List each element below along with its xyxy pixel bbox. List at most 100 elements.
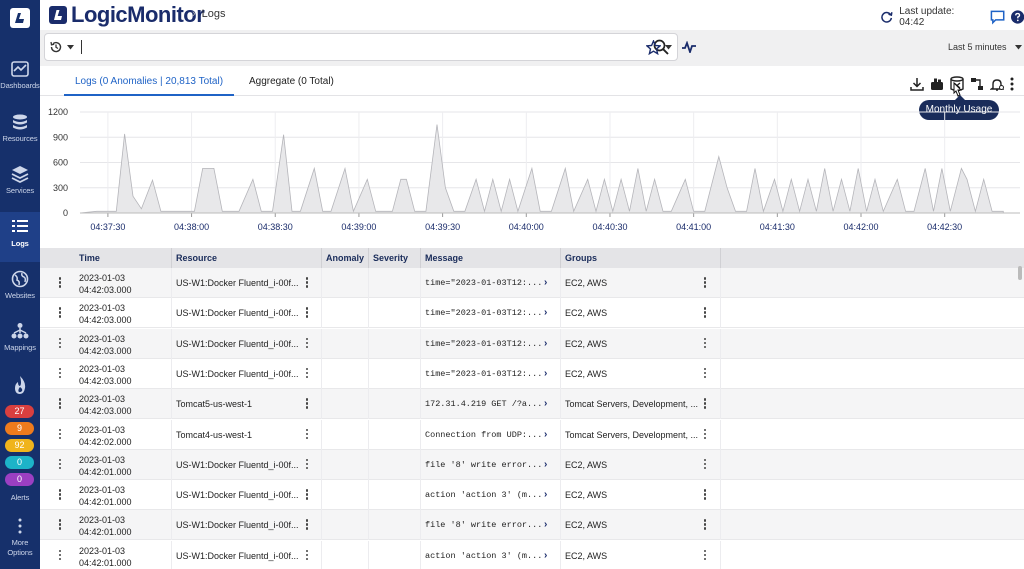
expand-message-icon[interactable]: › [544, 550, 547, 561]
expand-message-icon[interactable]: › [544, 459, 547, 470]
cell-groups[interactable]: EC2, AWS [561, 449, 721, 480]
resource-menu-icon[interactable] [305, 489, 309, 501]
cell-groups[interactable]: EC2, AWS [561, 540, 721, 569]
groups-menu-icon[interactable] [703, 337, 707, 350]
pulse-icon[interactable] [682, 41, 696, 53]
cell-message[interactable]: Connection from UDP:... [421, 419, 561, 450]
cell-message[interactable]: file '8' write error... [421, 510, 561, 541]
tab-aggregate[interactable]: Aggregate (0 Total) [249, 76, 353, 96]
cell-resource[interactable]: Tomcat4-us-west-1 [172, 419, 322, 450]
column-header-resource[interactable]: Resource [172, 248, 322, 268]
groups-menu-icon[interactable] [703, 519, 707, 531]
alert-count-other[interactable]: 0 [5, 473, 34, 486]
nav-more-options[interactable]: More Options [0, 518, 40, 564]
cell-resource[interactable]: US-W1:Docker Fluentd_i-00f... [172, 510, 322, 541]
expand-message-icon[interactable]: › [544, 429, 547, 440]
row-menu-icon[interactable] [58, 277, 62, 289]
cell-resource[interactable]: US-W1:Docker Fluentd_i-00f... [172, 480, 322, 511]
table-row[interactable]: 2023-01-03 04:42:01.000 US-W1:Docker Fluen… [40, 480, 1024, 511]
alert-count-critical[interactable]: 27 [5, 405, 34, 418]
log-count-area[interactable] [79, 124, 1004, 214]
table-row[interactable]: 2023-01-03 04:42:02.000 Tomcat4-us-west-1 C… [40, 419, 1024, 450]
groups-menu-icon[interactable] [703, 489, 707, 501]
cell-groups[interactable]: EC2, AWS [561, 298, 721, 329]
table-scrollbar[interactable] [1018, 266, 1022, 280]
table-row[interactable]: 2023-01-03 04:42:03.000 US-W1:Docker Fluen… [40, 298, 1024, 329]
row-menu-icon[interactable] [58, 489, 62, 501]
row-menu-icon[interactable] [58, 367, 62, 380]
column-header-groups[interactable]: Groups [561, 248, 721, 268]
nav-logs[interactable]: Logs [0, 212, 40, 262]
resource-menu-icon[interactable] [305, 398, 309, 410]
resource-menu-icon[interactable] [305, 367, 309, 380]
alerts-flame-icon[interactable] [11, 375, 29, 395]
cell-resource[interactable]: US-W1:Docker Fluentd_i-00f... [172, 540, 322, 569]
resource-menu-icon[interactable] [305, 277, 309, 289]
cell-resource[interactable]: Tomcat5-us-west-1 [172, 389, 322, 420]
cell-groups[interactable]: EC2, AWS [561, 328, 721, 359]
column-header-time[interactable]: Time [75, 248, 172, 268]
resource-menu-icon[interactable] [305, 458, 309, 471]
row-menu-icon[interactable] [58, 458, 62, 471]
column-header-severity[interactable]: Severity [369, 248, 421, 268]
column-header-message[interactable]: Message [421, 248, 561, 268]
brand[interactable]: LogicMonitor [48, 2, 205, 28]
nav-resources[interactable]: Resources [0, 113, 40, 153]
cell-message[interactable]: time="2023-01-03T12:... [421, 328, 561, 359]
row-menu-icon[interactable] [58, 549, 62, 562]
resource-menu-icon[interactable] [305, 428, 309, 441]
alert-count-error[interactable]: 9 [5, 422, 34, 435]
pattern-flow-icon[interactable] [970, 77, 984, 91]
help-icon[interactable] [1010, 10, 1024, 24]
table-row[interactable]: 2023-01-03 04:42:03.000 Tomcat5-us-west-1 1… [40, 389, 1024, 420]
chat-icon[interactable] [990, 9, 1005, 25]
table-row[interactable]: 2023-01-03 04:42:03.000 US-W1:Docker Fluen… [40, 358, 1024, 389]
cell-groups[interactable]: Tomcat Servers, Development, ... [561, 419, 721, 450]
row-menu-icon[interactable] [58, 337, 62, 350]
refresh-icon[interactable] [880, 10, 893, 24]
query-history-button[interactable] [49, 40, 74, 54]
expand-message-icon[interactable]: › [544, 398, 547, 409]
groups-menu-icon[interactable] [703, 428, 707, 441]
cell-groups[interactable]: EC2, AWS [561, 480, 721, 511]
time-range-select[interactable]: Last 5 minutes [948, 42, 1022, 52]
column-header-anomaly[interactable]: Anomaly [322, 248, 369, 268]
row-menu-icon[interactable] [58, 519, 62, 531]
resource-menu-icon[interactable] [305, 549, 309, 562]
groups-menu-icon[interactable] [703, 398, 707, 410]
resource-menu-icon[interactable] [305, 519, 309, 531]
logicmonitor-logo-icon[interactable] [8, 6, 32, 30]
expand-message-icon[interactable]: › [544, 519, 547, 530]
cell-message[interactable]: time="2023-01-03T12:... [421, 298, 561, 329]
cell-resource[interactable]: US-W1:Docker Fluentd_i-00f... [172, 328, 322, 359]
cell-groups[interactable]: EC2, AWS [561, 268, 721, 298]
row-menu-icon[interactable] [58, 428, 62, 441]
breadcrumb-current[interactable]: Logs [202, 8, 226, 20]
more-vertical-icon[interactable] [1010, 77, 1014, 91]
groups-menu-icon[interactable] [703, 367, 707, 380]
expand-message-icon[interactable]: › [544, 489, 547, 500]
cell-message[interactable]: 172.31.4.219 GET /?a... [421, 389, 561, 420]
row-menu-icon[interactable] [58, 307, 62, 319]
log-query-input[interactable] [44, 33, 678, 61]
cell-resource[interactable]: US-W1:Docker Fluentd_i-00f... [172, 358, 322, 389]
nav-alerts[interactable]: Alerts [0, 490, 40, 502]
resource-menu-icon[interactable] [305, 337, 309, 350]
row-menu-icon[interactable] [58, 398, 62, 410]
alert-count-info[interactable]: 0 [5, 456, 34, 469]
nav-services[interactable]: Services [0, 165, 40, 205]
expand-message-icon[interactable]: › [544, 307, 547, 318]
expand-message-icon[interactable]: › [544, 277, 547, 288]
groups-menu-icon[interactable] [703, 277, 707, 289]
cell-resource[interactable]: US-W1:Docker Fluentd_i-00f... [172, 449, 322, 480]
expand-message-icon[interactable]: › [544, 338, 547, 349]
cell-groups[interactable]: Tomcat Servers, Development, ... [561, 389, 721, 420]
nav-websites[interactable]: Websites [0, 270, 40, 310]
groups-menu-icon[interactable] [703, 549, 707, 562]
table-row[interactable]: 2023-01-03 04:42:01.000 US-W1:Docker Fluen… [40, 510, 1024, 541]
integrations-icon[interactable] [930, 77, 944, 91]
nav-dashboards[interactable]: Dashboards [0, 60, 40, 100]
nav-mappings[interactable]: Mappings [0, 322, 40, 362]
download-icon[interactable] [910, 77, 924, 91]
tab-logs[interactable]: Logs (0 Anomalies | 20,813 Total) [64, 76, 234, 96]
